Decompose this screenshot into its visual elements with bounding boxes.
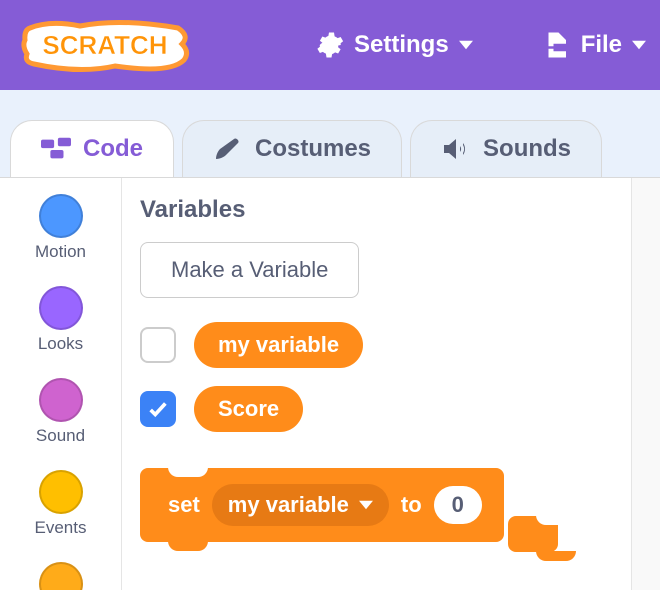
blocks-palette: Variables Make a Variable my variable Sco… [122, 178, 632, 590]
scratch-logo[interactable]: SCRATCH [20, 16, 190, 74]
variable-row: Score [140, 386, 607, 432]
variable-reporter-block[interactable]: my variable [194, 322, 363, 368]
block-variable-dropdown[interactable]: my variable [212, 484, 389, 526]
tab-costumes-label: Costumes [255, 135, 371, 163]
category-label: Events [35, 518, 87, 538]
tab-costumes[interactable]: Costumes [182, 120, 402, 177]
palette-section-title: Variables [140, 196, 607, 224]
code-tab-icon [41, 137, 71, 161]
category-looks[interactable]: Looks [0, 278, 121, 370]
category-rail: Motion Looks Sound Events [0, 178, 122, 590]
scratch-logo-icon: SCRATCH [20, 16, 190, 74]
category-dot [39, 286, 83, 330]
category-dot [39, 562, 83, 590]
category-control[interactable] [0, 554, 121, 590]
scripts-area-edge [632, 178, 660, 590]
tab-sounds[interactable]: Sounds [410, 120, 602, 177]
category-motion[interactable]: Motion [0, 186, 121, 278]
chevron-down-icon [359, 500, 373, 510]
block-text-set: set [168, 492, 200, 518]
check-icon [147, 398, 169, 420]
variable-row: my variable [140, 322, 607, 368]
category-label: Looks [38, 334, 83, 354]
settings-label: Settings [354, 31, 449, 59]
speaker-icon [441, 137, 471, 161]
file-label: File [581, 31, 622, 59]
make-variable-button[interactable]: Make a Variable [140, 242, 359, 298]
variable-monitor-checkbox[interactable] [140, 327, 176, 363]
category-dot [39, 470, 83, 514]
file-icon [541, 30, 571, 60]
settings-menu[interactable]: Settings [300, 22, 487, 68]
set-variable-block[interactable]: set my variable to 0 [140, 468, 504, 542]
svg-text:SCRATCH: SCRATCH [42, 30, 167, 60]
workspace: Motion Looks Sound Events Variables Make a … [0, 178, 660, 590]
block-value-input[interactable]: 0 [434, 486, 482, 524]
chevron-down-icon [459, 38, 473, 52]
category-dot [39, 378, 83, 422]
change-variable-block[interactable] [508, 516, 558, 552]
tabbar: Code Costumes Sounds [0, 90, 660, 178]
block-variable-dropdown-label: my variable [228, 492, 349, 518]
block-text-to: to [401, 492, 422, 518]
variable-reporter-block[interactable]: Score [194, 386, 303, 432]
variable-monitor-checkbox[interactable] [140, 391, 176, 427]
category-label: Sound [36, 426, 85, 446]
gear-icon [314, 30, 344, 60]
chevron-down-icon [632, 38, 646, 52]
category-label: Motion [35, 242, 86, 262]
tab-code[interactable]: Code [10, 120, 174, 177]
category-events[interactable]: Events [0, 462, 121, 554]
tab-code-label: Code [83, 135, 143, 163]
paintbrush-icon [213, 137, 243, 161]
tab-sounds-label: Sounds [483, 135, 571, 163]
menubar: SCRATCH Settings File [0, 0, 660, 90]
category-dot [39, 194, 83, 238]
file-menu[interactable]: File [527, 22, 660, 68]
category-sound[interactable]: Sound [0, 370, 121, 462]
